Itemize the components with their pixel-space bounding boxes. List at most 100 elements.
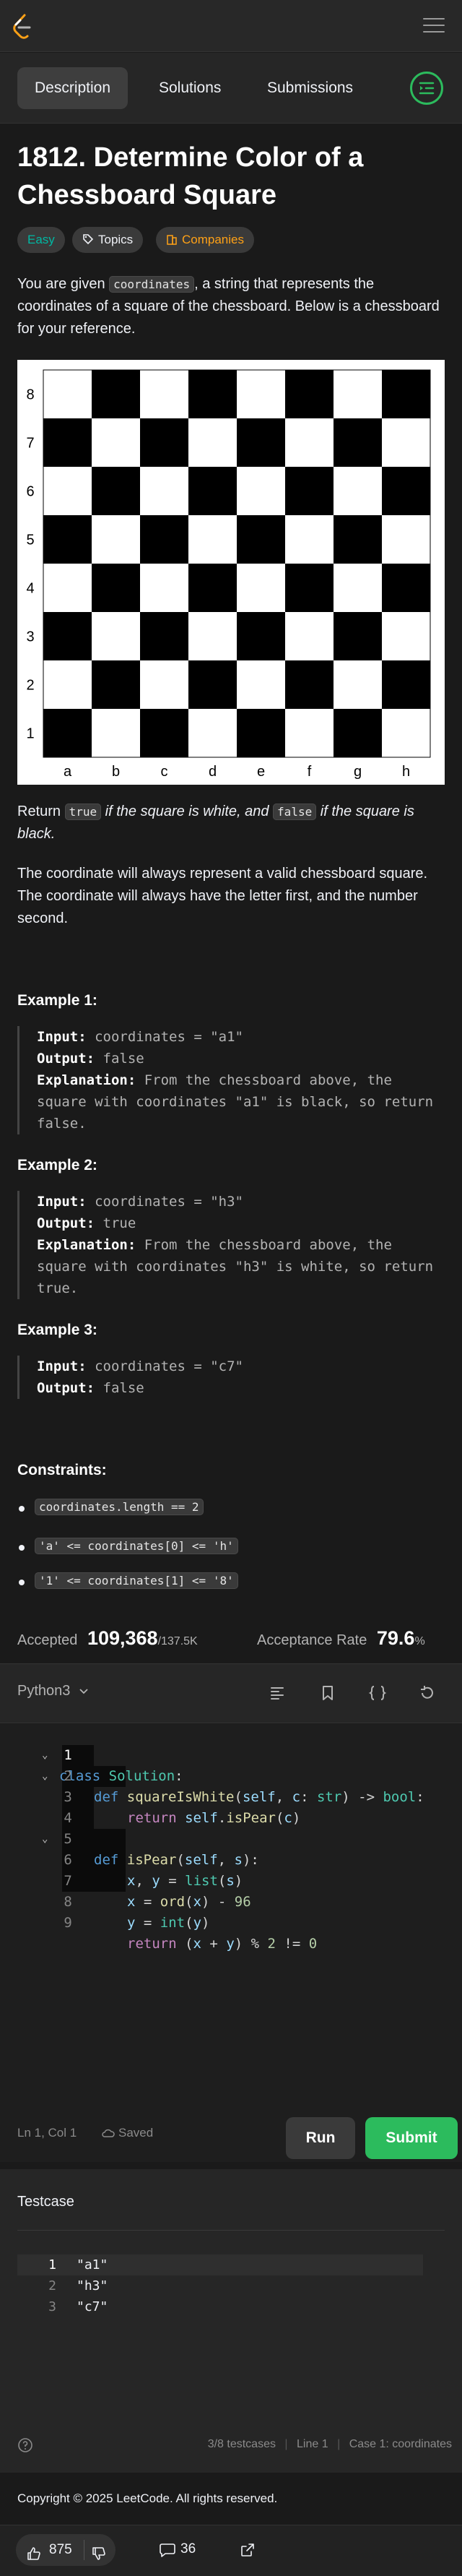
fold-chevron-icon[interactable]: ⌄ — [42, 1766, 48, 1787]
tab-bar: Description Solutions Submissions — [0, 53, 462, 124]
difficulty-badge[interactable]: Easy — [17, 227, 65, 253]
fold-chevron-icon[interactable]: ⌄ — [42, 1829, 48, 1850]
tab-submissions[interactable]: Submissions — [250, 67, 370, 109]
code-line[interactable]: 3 return self.isPear(c) — [0, 1766, 300, 1826]
bullet — [19, 1580, 25, 1585]
testcase-line[interactable]: 2 "h3" — [17, 2275, 423, 2296]
constraint-item: '1' <= coordinates[1] <= '8' — [35, 1572, 238, 1589]
braces-icon[interactable] — [368, 1684, 387, 1702]
square-g7 — [334, 418, 382, 467]
square-b7 — [92, 418, 140, 467]
square-e3 — [237, 612, 285, 660]
square-c2 — [140, 660, 188, 709]
testcase-panel: Testcase 1 "a1" 2 "h3" 3 "c7" 3/8 testca… — [0, 2169, 462, 2473]
file-label: d — [209, 764, 217, 780]
code-line[interactable]: 9 return (x + y) % 2 != 0 — [0, 1892, 317, 1952]
code-line[interactable]: 5 ⌄ def isPear(self, s): — [0, 1808, 259, 1868]
share-icon[interactable] — [240, 2542, 256, 2562]
testcase-line[interactable]: 3 "c7" — [17, 2296, 423, 2317]
code-line[interactable]: 1 ⌄ class Solution: — [0, 1724, 183, 1784]
example-1-title: Example 1: — [17, 992, 97, 1009]
comment-count: 36 — [180, 2541, 196, 2556]
chessboard-image: 8 7 6 5 4 3 2 1 a b c d e f g h — [17, 360, 445, 785]
square-g5 — [334, 515, 382, 564]
building-icon — [166, 228, 178, 245]
rank-label: 2 — [26, 678, 34, 694]
code-line[interactable]: 2 ⌄ def squareIsWhite(self, c: str) -> bo… — [0, 1745, 424, 1805]
square-c1 — [140, 709, 188, 757]
square-f8 — [285, 370, 334, 418]
square-c4 — [140, 564, 188, 612]
square-c3 — [140, 612, 188, 660]
testcase-line[interactable]: 1 "a1" — [17, 2254, 423, 2275]
tag-icon — [82, 228, 94, 245]
code-line[interactable]: 8 y = int(y) — [0, 1871, 209, 1931]
acceptance-rate: Acceptance Rate 79.6% — [257, 1627, 425, 1649]
tab-solutions[interactable]: Solutions — [141, 67, 238, 109]
square-d7 — [188, 418, 237, 467]
thumbs-down-icon[interactable] — [91, 2542, 107, 2574]
square-a5 — [43, 515, 92, 564]
fold-chevron-icon[interactable]: ⌄ — [42, 1745, 48, 1766]
rank-label: 3 — [26, 629, 34, 645]
save-status: Saved — [101, 2126, 153, 2142]
square-b8 — [92, 370, 140, 418]
thumbs-up-icon[interactable] — [26, 2542, 42, 2574]
square-b5 — [92, 515, 140, 564]
square-g6 — [334, 467, 382, 515]
topics-badge[interactable]: Topics — [72, 227, 144, 253]
run-button[interactable]: Run — [286, 2117, 355, 2159]
file-label: a — [64, 764, 72, 780]
square-h4 — [382, 564, 430, 612]
code-line[interactable]: 4 — [0, 1787, 71, 1826]
problem-return: Return true if the square is white, and … — [17, 804, 414, 842]
code-editor[interactable]: 1 ⌄ class Solution: 2 ⌄ def squareIsWhite(… — [0, 1724, 462, 2161]
copyright: Copyright © 2025 LeetCode. All rights re… — [17, 2491, 278, 2505]
file-label: b — [112, 764, 120, 780]
rank-label: 1 — [26, 726, 34, 742]
format-icon[interactable] — [269, 1684, 286, 1702]
code-line[interactable]: 7 x = ord(x) - 96 — [0, 1850, 250, 1910]
list-menu-icon[interactable] — [410, 72, 443, 105]
companies-label: Companies — [182, 233, 244, 246]
file-label: f — [308, 764, 312, 780]
companies-badge[interactable]: Companies — [156, 227, 254, 253]
square-a8 — [43, 370, 92, 418]
square-c6 — [140, 467, 188, 515]
square-d6 — [188, 467, 237, 515]
bookmark-icon[interactable] — [319, 1684, 336, 1702]
rank-label: 8 — [26, 387, 34, 403]
code-line[interactable]: 6 x, y = list(s) — [0, 1829, 243, 1889]
example-2-title: Example 2: — [17, 1157, 97, 1173]
square-b6 — [92, 467, 140, 515]
square-f4 — [285, 564, 334, 612]
square-h6 — [382, 467, 430, 515]
square-g2 — [334, 660, 382, 709]
square-f6 — [285, 467, 334, 515]
hamburger-menu-icon[interactable] — [423, 14, 445, 36]
accepted-stat: Accepted 109,368/137.5K — [17, 1627, 198, 1649]
square-a2 — [43, 660, 92, 709]
square-h1 — [382, 709, 430, 757]
submit-button[interactable]: Submit — [365, 2117, 458, 2159]
square-a6 — [43, 467, 92, 515]
language-select[interactable]: Python3 — [17, 1683, 89, 1700]
square-g4 — [334, 564, 382, 612]
square-f1 — [285, 709, 334, 757]
testcase-title: Testcase — [17, 2194, 74, 2210]
square-f7 — [285, 418, 334, 467]
tab-description[interactable]: Description — [17, 67, 128, 109]
square-c5 — [140, 515, 188, 564]
square-h3 — [382, 612, 430, 660]
reset-icon[interactable] — [419, 1684, 436, 1702]
comment-icon[interactable] — [159, 2542, 176, 2562]
testcase-status: 3/8 testcases | Line 1 | Case 1: coordin… — [207, 2438, 452, 2450]
leetcode-logo-icon[interactable] — [10, 13, 33, 39]
editor-toolbar: Python3 — [0, 1664, 462, 1723]
chevron-down-icon — [79, 1683, 89, 1700]
square-b4 — [92, 564, 140, 612]
file-label: e — [257, 764, 265, 780]
square-f5 — [285, 515, 334, 564]
square-d4 — [188, 564, 237, 612]
help-icon[interactable] — [17, 2437, 33, 2453]
